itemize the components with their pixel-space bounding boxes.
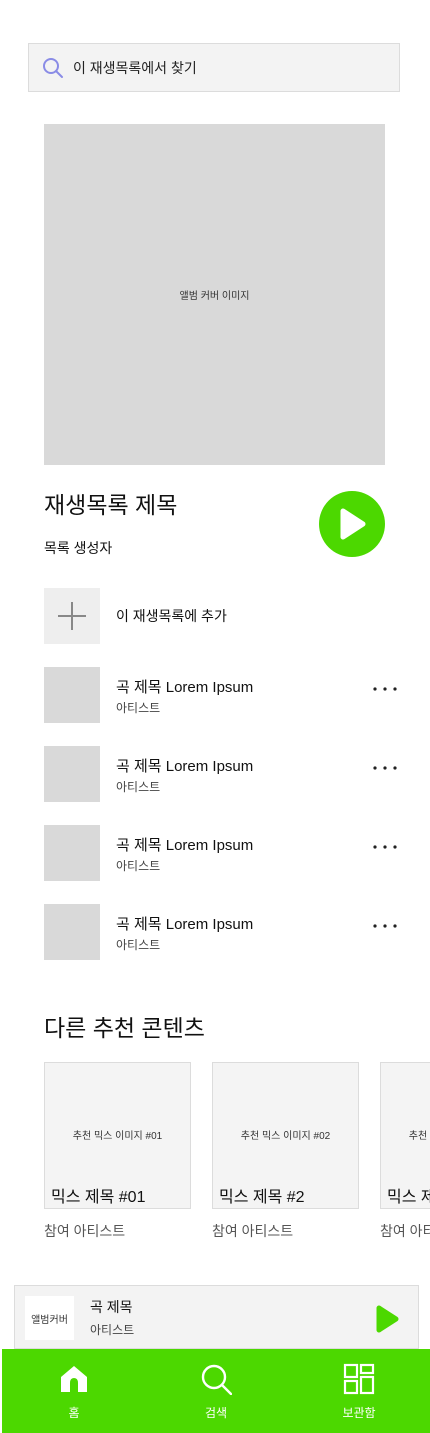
- song-artist: 아티스트: [116, 859, 161, 873]
- song-title: 곡 제목 Lorem Ipsum: [116, 679, 254, 696]
- song-artist: 아티스트: [116, 701, 161, 715]
- song-row[interactable]: 곡 제목 Lorem Ipsum 아티스트: [44, 746, 400, 802]
- song-row[interactable]: 곡 제목 Lorem Ipsum 아티스트: [44, 667, 400, 723]
- play-icon: [340, 508, 366, 540]
- playlist-creator: 목록 생성자: [44, 540, 113, 556]
- now-playing-title: 곡 제목: [90, 1299, 133, 1315]
- mini-play-button[interactable]: [370, 1302, 404, 1336]
- song-row[interactable]: 곡 제목 Lorem Ipsum 아티스트: [44, 825, 400, 881]
- search-input[interactable]: [73, 59, 373, 76]
- mix-image-label: 추천 믹스 이미지 #02: [240, 1131, 331, 1142]
- mix-title: 믹스 제목 #03: [387, 1189, 430, 1206]
- more-options-button[interactable]: [372, 760, 398, 776]
- search-icon: [43, 57, 63, 78]
- song-artist: 아티스트: [116, 780, 161, 794]
- song-thumbnail: [44, 825, 100, 881]
- mix-image: 추천 믹스 이미지 #03 믹스 제목 #03: [380, 1062, 430, 1209]
- mix-image-label: 추천 믹스 이미지 #01: [72, 1131, 163, 1142]
- add-to-playlist-button[interactable]: 이 재생목록에 추가: [44, 588, 385, 644]
- bottom-tab-bar: 홈 검색 보관함: [2, 1349, 430, 1433]
- song-title: 곡 제목 Lorem Ipsum: [116, 916, 254, 933]
- mix-artists: 참여 아티스트: [380, 1223, 430, 1239]
- tab-search-label: 검색: [204, 1406, 228, 1420]
- mix-card[interactable]: 추천 믹스 이미지 #02 믹스 제목 #2 참여 아티스트: [212, 1062, 359, 1239]
- mix-image: 추천 믹스 이미지 #01 믹스 제목 #01: [44, 1062, 191, 1209]
- more-dots-icon: [373, 924, 397, 928]
- tab-home[interactable]: 홈: [24, 1349, 124, 1433]
- song-artist: 아티스트: [116, 938, 161, 952]
- playlist-title: 재생목록 제목: [44, 492, 178, 518]
- album-cover-label: 앨범 커버 이미지: [179, 291, 250, 302]
- mix-card[interactable]: 추천 믹스 이미지 #01 믹스 제목 #01 참여 아티스트: [44, 1062, 191, 1239]
- tab-library[interactable]: 보관함: [309, 1349, 409, 1433]
- mix-title: 믹스 제목 #01: [51, 1189, 146, 1206]
- song-title: 곡 제목 Lorem Ipsum: [116, 758, 254, 775]
- album-cover: 앨범 커버 이미지: [44, 124, 385, 465]
- mix-artists: 참여 아티스트: [212, 1223, 294, 1239]
- more-dots-icon: [373, 845, 397, 849]
- song-row[interactable]: 곡 제목 Lorem Ipsum 아티스트: [44, 904, 400, 960]
- add-to-playlist-label: 이 재생목록에 추가: [116, 608, 227, 624]
- playlist-search-bar[interactable]: [28, 43, 400, 92]
- now-playing-artist: 아티스트: [90, 1323, 135, 1337]
- more-dots-icon: [373, 687, 397, 691]
- mix-image-label: 추천 믹스 이미지 #03: [408, 1131, 430, 1142]
- mini-player-cover: 앨범커버: [25, 1296, 74, 1340]
- song-title: 곡 제목 Lorem Ipsum: [116, 837, 254, 854]
- tab-library-label: 보관함: [342, 1406, 376, 1420]
- mix-title: 믹스 제목 #2: [219, 1189, 305, 1206]
- more-options-button[interactable]: [372, 839, 398, 855]
- recommendations-title: 다른 추천 콘텐츠: [44, 1015, 205, 1041]
- library-icon: [343, 1363, 375, 1395]
- more-options-button[interactable]: [372, 918, 398, 934]
- mini-player[interactable]: 앨범커버 곡 제목 아티스트: [14, 1285, 419, 1349]
- play-icon: [376, 1305, 399, 1333]
- more-options-button[interactable]: [372, 681, 398, 697]
- song-thumbnail: [44, 746, 100, 802]
- mix-image: 추천 믹스 이미지 #02 믹스 제목 #2: [212, 1062, 359, 1209]
- mix-card[interactable]: 추천 믹스 이미지 #03 믹스 제목 #03 참여 아티스트: [380, 1062, 430, 1239]
- mini-player-cover-label: 앨범커버: [31, 1314, 68, 1326]
- plus-icon: [58, 602, 86, 630]
- mix-artists: 참여 아티스트: [44, 1223, 126, 1239]
- song-thumbnail: [44, 904, 100, 960]
- tab-home-label: 홈: [68, 1406, 80, 1420]
- home-icon: [61, 1366, 87, 1392]
- play-playlist-button[interactable]: [319, 491, 385, 557]
- tab-search[interactable]: 검색: [166, 1349, 266, 1433]
- more-dots-icon: [373, 766, 397, 770]
- add-box: [44, 588, 100, 644]
- recommendations-carousel[interactable]: 추천 믹스 이미지 #01 믹스 제목 #01 참여 아티스트 추천 믹스 이미…: [44, 1062, 430, 1242]
- search-icon: [201, 1364, 232, 1395]
- song-thumbnail: [44, 667, 100, 723]
